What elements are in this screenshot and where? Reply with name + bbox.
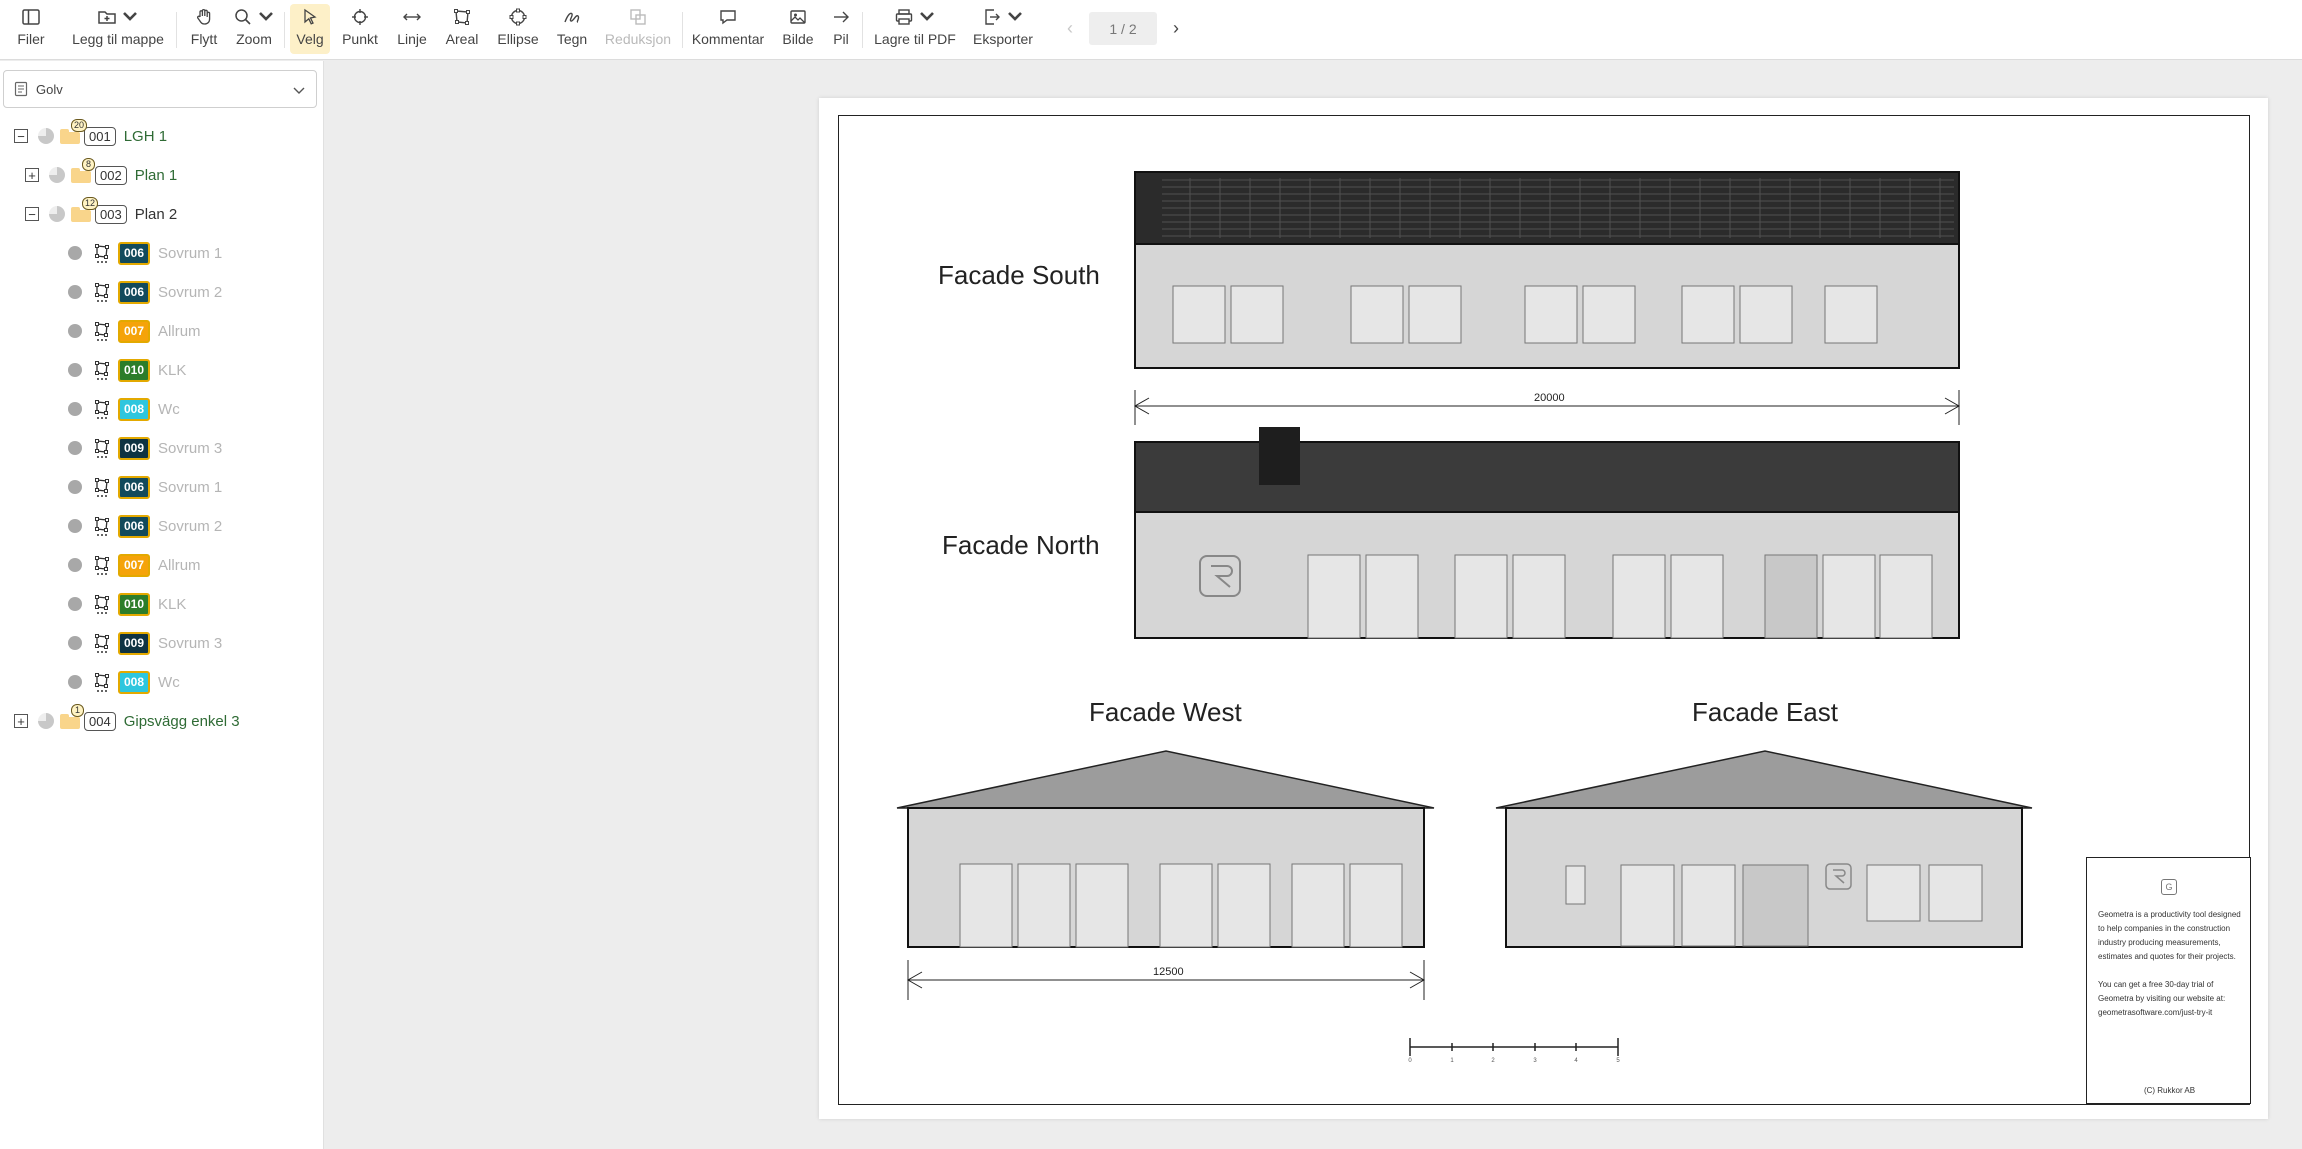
window <box>1764 554 1818 639</box>
window <box>1408 285 1462 344</box>
window <box>1739 285 1793 344</box>
drawing-title-block: G Geometra is a productivity tool design… <box>2086 857 2251 1104</box>
title-block-description: Geometra is a productivity tool designed… <box>2098 910 2241 961</box>
scale-bar-ticks: 0 1 2 3 4 5 <box>1408 1058 1620 1064</box>
window <box>1159 863 1213 948</box>
window <box>1822 554 1876 639</box>
facade-east-elevation <box>1495 750 2033 948</box>
facade-west-title: Facade West <box>1089 697 1242 727</box>
dimension-label-south: 20000 <box>1534 392 1565 404</box>
window <box>1582 285 1636 344</box>
window <box>1172 285 1226 344</box>
title-block-copyright: (C) Rukkor AB <box>2143 1086 2196 1095</box>
window <box>1512 554 1566 639</box>
window <box>1670 554 1724 639</box>
scale-tick-label: 4 <box>1574 1058 1578 1064</box>
facade-south-elevation <box>1134 171 1960 369</box>
window <box>1075 863 1129 948</box>
scale-tick-label: 2 <box>1491 1058 1495 1064</box>
window <box>1365 554 1419 639</box>
facade-north-title: Facade North <box>942 530 1100 560</box>
elevation-drawing: 0 1 2 3 4 5 <box>896 171 2033 1064</box>
scale-bar <box>1409 1038 1619 1056</box>
scale-tick-label: 5 <box>1616 1058 1620 1064</box>
window <box>1681 285 1735 344</box>
title-block-trial-text: You can get a free 30-day trial of Geome… <box>2098 980 2226 1017</box>
window <box>1350 285 1404 344</box>
window <box>959 863 1013 948</box>
window <box>1612 554 1666 639</box>
window <box>1524 285 1578 344</box>
window <box>1217 863 1271 948</box>
window <box>1017 863 1071 948</box>
facade-west-elevation <box>896 750 1435 948</box>
window <box>1307 554 1361 639</box>
window <box>1349 863 1403 948</box>
scale-tick-label: 1 <box>1450 1058 1454 1064</box>
dimension-label-west: 12500 <box>1153 966 1184 978</box>
scale-tick-label: 3 <box>1533 1058 1537 1064</box>
window <box>1879 554 1933 639</box>
geometra-logo-icon: G <box>2161 879 2177 895</box>
window <box>1291 863 1345 948</box>
window <box>1230 285 1284 344</box>
window <box>1824 285 1878 344</box>
facade-north-elevation <box>1134 427 1960 639</box>
facade-south-title: Facade South <box>938 260 1100 290</box>
scale-tick-label: 0 <box>1408 1058 1412 1064</box>
facade-east-title: Facade East <box>1692 697 1838 727</box>
window <box>1454 554 1508 639</box>
